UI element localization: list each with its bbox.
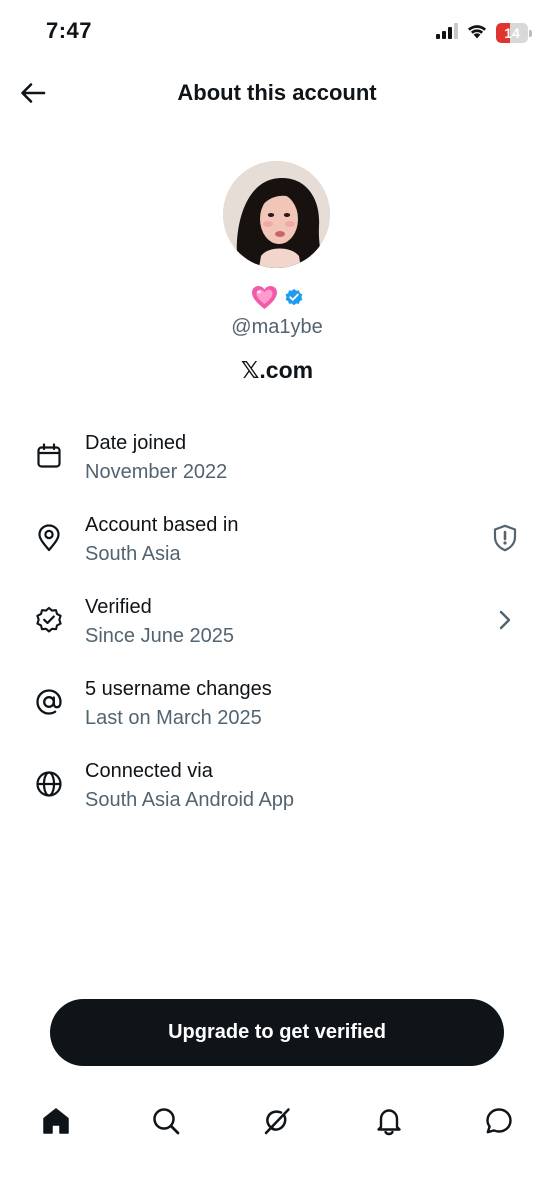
nav-notifications[interactable]: [370, 1104, 408, 1142]
info-title: Verified: [85, 596, 152, 618]
status-bar: 7:47 14: [0, 0, 554, 64]
profile-name-row: [0, 284, 554, 311]
info-subtitle: Since June 2025: [85, 625, 235, 647]
nav-home[interactable]: [37, 1104, 75, 1142]
x-logo-letter: 𝕏: [240, 358, 260, 384]
avatar-image: [223, 161, 330, 268]
info-item-verified[interactable]: Verified Since June 2025: [0, 588, 554, 670]
grok-icon: [262, 1106, 292, 1141]
battery-level: 14: [504, 25, 520, 41]
info-title: Account based in: [85, 514, 239, 536]
nav-grok[interactable]: [258, 1104, 296, 1142]
account-info-list: Date joined November 2022 Account based …: [0, 424, 554, 834]
info-title: Date joined: [85, 432, 187, 454]
header: About this account: [0, 70, 554, 120]
messages-icon: [484, 1106, 514, 1141]
info-item-account-based-in: Account based in South Asia: [0, 506, 554, 588]
info-item-username-changes: 5 username changes Last on March 2025: [0, 670, 554, 752]
battery-body: 14: [496, 23, 528, 43]
page-title: About this account: [177, 80, 377, 105]
status-icons: 14: [436, 22, 532, 44]
info-subtitle: Last on March 2025: [85, 707, 262, 729]
wifi-icon: [466, 22, 488, 44]
bell-icon: [374, 1106, 404, 1141]
nav-messages[interactable]: [480, 1104, 518, 1142]
home-icon: [41, 1106, 71, 1141]
calendar-icon: [34, 441, 64, 471]
info-item-connected-via: Connected via South Asia Android App: [0, 752, 554, 834]
verified-badge-icon: [34, 605, 64, 635]
chevron-right-icon[interactable]: [490, 605, 520, 635]
battery-indicator: 14: [496, 23, 532, 43]
location-pin-icon: [34, 523, 64, 553]
info-title: Connected via: [85, 760, 213, 782]
info-subtitle: South Asia: [85, 543, 181, 565]
x-domain-suffix: .com: [259, 357, 314, 383]
x-domain-label: 𝕏.com: [0, 357, 554, 384]
info-item-date-joined: Date joined November 2022: [0, 424, 554, 506]
shield-alert-icon[interactable]: [490, 523, 520, 553]
heart-emoji-icon: [251, 284, 278, 311]
info-title: 5 username changes: [85, 678, 272, 700]
nav-search[interactable]: [147, 1104, 185, 1142]
profile-handle[interactable]: @ma1ybe: [0, 316, 554, 339]
search-icon: [151, 1106, 181, 1141]
globe-icon: [34, 769, 64, 799]
profile-avatar[interactable]: [223, 161, 330, 268]
upgrade-button[interactable]: Upgrade to get verified: [50, 999, 504, 1066]
info-subtitle: November 2022: [85, 461, 228, 483]
battery-cap: [529, 29, 532, 37]
bottom-nav: [0, 1098, 554, 1148]
cellular-signal-icon: [436, 22, 458, 44]
info-subtitle: South Asia Android App: [85, 789, 295, 811]
verified-badge-icon[interactable]: [284, 288, 304, 308]
at-sign-icon: [34, 687, 64, 717]
status-time: 7:47: [46, 18, 93, 43]
